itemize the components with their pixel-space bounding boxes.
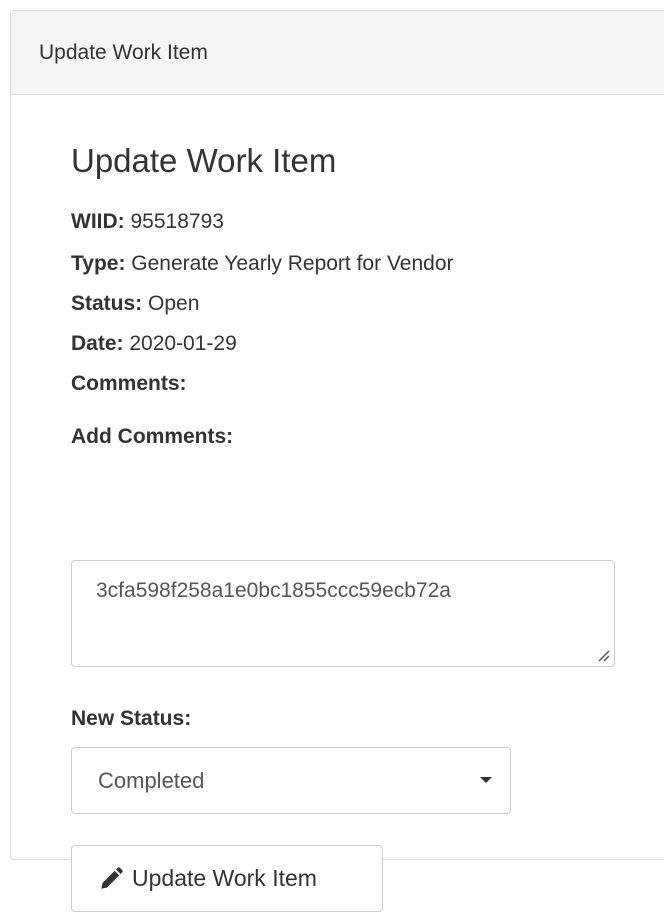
type-label: Type: bbox=[71, 252, 126, 275]
wiid-value: 95518793 bbox=[124, 210, 224, 233]
type-value: Generate Yearly Report for Vendor bbox=[125, 252, 454, 275]
add-comments-textarea[interactable]: 3cfa598f258a1e0bc1855ccc59ecb72a bbox=[71, 560, 615, 667]
work-item-panel: Update Work Item Update Work Item WIID: … bbox=[10, 10, 664, 912]
comments-line: Comments: bbox=[71, 371, 187, 396]
pencil-icon bbox=[101, 866, 123, 889]
wiid-label: WIID: bbox=[71, 210, 125, 233]
resize-handle-icon[interactable] bbox=[596, 648, 610, 662]
new-status-label: New Status: bbox=[71, 707, 192, 730]
update-work-item-button[interactable]: Update Work Item bbox=[71, 845, 383, 912]
status-line: Status: Open bbox=[71, 291, 199, 316]
add-comments-text: 3cfa598f258a1e0bc1855ccc59ecb72a bbox=[96, 579, 451, 602]
date-value: 2020-01-29 bbox=[123, 332, 237, 355]
type-line: Type: Generate Yearly Report for Vendor bbox=[71, 251, 454, 276]
update-work-item-button-label: Update Work Item bbox=[132, 865, 317, 891]
add-comments-label: Add Comments: bbox=[71, 425, 234, 448]
status-label: Status: bbox=[71, 292, 143, 315]
panel-heading: Update Work Item bbox=[11, 11, 664, 95]
wiid-line: WIID: 95518793 bbox=[71, 209, 224, 234]
date-label: Date: bbox=[71, 332, 124, 355]
caret-down-icon bbox=[480, 777, 492, 783]
status-value: Open bbox=[142, 292, 200, 315]
new-status-selected-value: Completed bbox=[98, 767, 205, 793]
comments-label: Comments: bbox=[71, 372, 187, 395]
form-title: Update Work Item bbox=[71, 142, 337, 179]
date-line: Date: 2020-01-29 bbox=[71, 331, 237, 356]
panel-heading-title: Update Work Item bbox=[39, 40, 208, 64]
new-status-select[interactable]: Completed bbox=[71, 747, 511, 814]
